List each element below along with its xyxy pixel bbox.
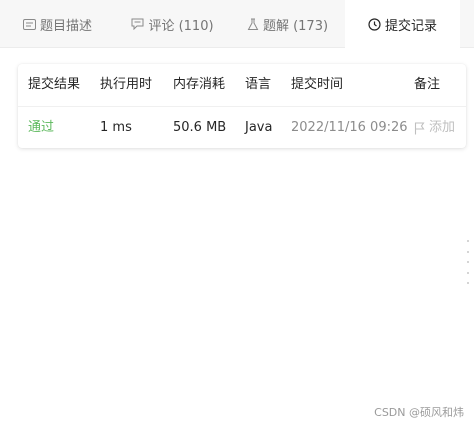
header-runtime: 执行用时 [100,77,153,92]
add-note-button[interactable]: 添加 [414,107,455,148]
language-value: Java [245,120,273,135]
tab-bar: 题目描述 评论 (110) 题解 (173) 提交记录 [0,0,474,49]
clock-icon [368,18,381,31]
comment-icon [131,18,144,30]
flask-icon [247,18,259,31]
tab-label: 题目描述 [39,18,92,34]
tab-label: 评论 (110) [148,18,214,34]
header-note: 备注 [414,77,441,92]
tab-solutions[interactable]: 题解 (173) [230,0,345,48]
table-header: 提交结果 执行用时 内存消耗 语言 提交时间 备注 [18,64,466,106]
tab-comments[interactable]: 评论 (110) [115,0,230,48]
header-language: 语言 [245,77,272,92]
tab-description[interactable]: 题目描述 [0,0,115,48]
tab-submissions[interactable]: 提交记录 [345,0,460,49]
submissions-table: 提交结果 执行用时 内存消耗 语言 提交时间 备注 通过 1 ms 50.6 M… [18,64,466,148]
runtime-value: 1 ms [100,120,132,135]
watermark: CSDN @硕风和炜 [374,406,464,419]
panel-resize-handle[interactable] [466,240,470,284]
memory-value: 50.6 MB [173,120,227,135]
add-note-label: 添加 [429,120,456,135]
header-memory: 内存消耗 [173,77,226,92]
header-submit-time: 提交时间 [291,77,344,92]
submit-time-value: 2022/11/16 09:26 [291,120,408,135]
table-row: 通过 1 ms 50.6 MB Java 2022/11/16 09:26 添加 [18,106,466,148]
flag-icon [414,121,425,135]
tab-label: 题解 (173) [262,18,329,34]
description-icon [22,18,36,30]
submission-status-link[interactable]: 通过 [28,107,54,148]
tab-label: 提交记录 [384,19,437,34]
header-status: 提交结果 [28,77,81,92]
